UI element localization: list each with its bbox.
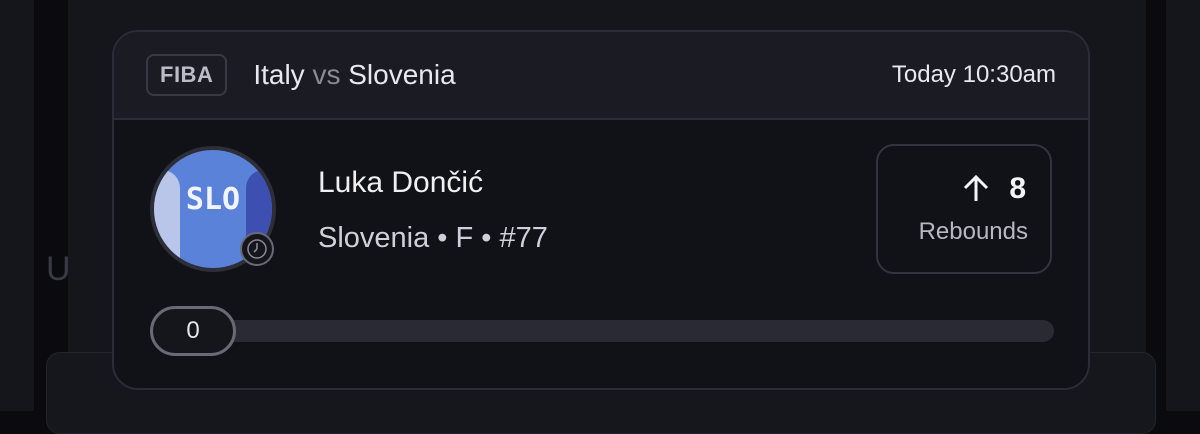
background-partial-glyph: U xyxy=(46,250,71,288)
clock-icon xyxy=(240,232,274,266)
prop-card[interactable]: FIBA Italy vs Slovenia Today 10:30am SLO… xyxy=(112,30,1090,390)
card-header: FIBA Italy vs Slovenia Today 10:30am xyxy=(114,32,1088,120)
home-team: Italy xyxy=(253,59,305,90)
background-panel-left xyxy=(0,0,34,411)
stat-selector[interactable]: 8 Rebounds xyxy=(876,144,1052,274)
progress-value-pill[interactable]: 0 xyxy=(150,306,236,356)
stat-label: Rebounds xyxy=(918,218,1028,245)
game-time: Today 10:30am xyxy=(891,61,1056,88)
arrow-up-icon xyxy=(964,174,989,201)
away-team: Slovenia xyxy=(348,59,456,90)
progress-track[interactable] xyxy=(154,320,1054,342)
matchup: Italy vs Slovenia xyxy=(253,59,455,91)
vs-label: vs xyxy=(312,59,341,90)
jersey-text: SLO xyxy=(185,182,241,217)
player-meta: Slovenia • F • #77 xyxy=(318,222,548,254)
stat-top: 8 xyxy=(961,172,1026,206)
player-name: Luka Dončić xyxy=(318,166,484,199)
stat-value: 8 xyxy=(1009,172,1026,205)
league-badge: FIBA xyxy=(146,54,228,96)
background-panel-right xyxy=(1166,0,1200,411)
